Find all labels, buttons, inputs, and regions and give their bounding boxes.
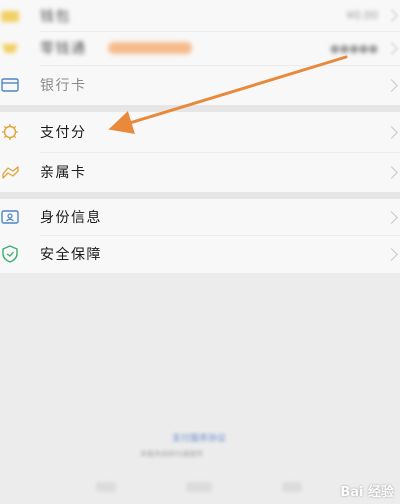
balance-value: ¥0.00: [346, 9, 379, 22]
nav-recent-button[interactable]: [282, 482, 302, 492]
service-agreement-link[interactable]: 支付服务协议: [172, 431, 226, 444]
chevron-right-icon: [385, 165, 398, 179]
menu-label: 身份信息: [40, 210, 102, 226]
group-top: 钱包 ¥0.00 零钱通 ●●●●● 银行卡: [0, 0, 400, 105]
shield-icon: [0, 244, 22, 264]
nav-back-button[interactable]: [96, 482, 116, 492]
nav-home-button[interactable]: [186, 482, 212, 492]
menu-label: 银行卡: [40, 78, 87, 94]
section-divider: [0, 105, 400, 112]
menu-row-pay-score[interactable]: 支付分: [0, 112, 400, 152]
menu-label: 安全保障: [40, 247, 102, 263]
chevron-right-icon: [385, 41, 398, 55]
bank-card-icon: [0, 75, 22, 95]
menu-label: 亲属卡: [40, 165, 87, 181]
id-card-icon: [0, 207, 22, 227]
menu-row-family-card[interactable]: 亲属卡: [0, 152, 400, 192]
chevron-right-icon: [385, 78, 398, 92]
menu-row-identity[interactable]: 身份信息: [0, 199, 400, 235]
section-divider: [0, 192, 400, 199]
chevron-right-icon: [385, 210, 398, 224]
group-security: 身份信息 安全保障: [0, 199, 400, 273]
menu-label: 钱包: [40, 8, 71, 25]
group-services: 支付分 亲属卡: [0, 112, 400, 192]
chevron-right-icon: [385, 125, 398, 139]
menu-label: 零钱通: [40, 41, 87, 57]
watermark-logo: Bai 经验: [340, 485, 394, 500]
change-value: ●●●●●: [330, 41, 378, 55]
chevron-right-icon: [385, 9, 398, 22]
menu-label: 支付分: [40, 125, 87, 141]
wallet-icon: [0, 6, 22, 26]
promo-pill: [108, 42, 192, 54]
menu-row-change[interactable]: 零钱通 ●●●●●: [0, 31, 400, 65]
wallet-menu: 钱包 ¥0.00 零钱通 ●●●●● 银行卡 支付分 亲属卡 身份信息 安全保障: [0, 0, 400, 273]
menu-row-wallet[interactable]: 钱包 ¥0.00: [0, 0, 400, 31]
menu-row-security[interactable]: 安全保障: [0, 235, 400, 273]
coin-icon: [0, 38, 22, 58]
menu-row-bank-card[interactable]: 银行卡: [0, 65, 400, 105]
chevron-right-icon: [385, 247, 398, 261]
family-card-icon: [0, 162, 22, 182]
pay-score-icon: [0, 122, 22, 142]
provider-note: 本服务由财付通提供: [140, 450, 203, 458]
